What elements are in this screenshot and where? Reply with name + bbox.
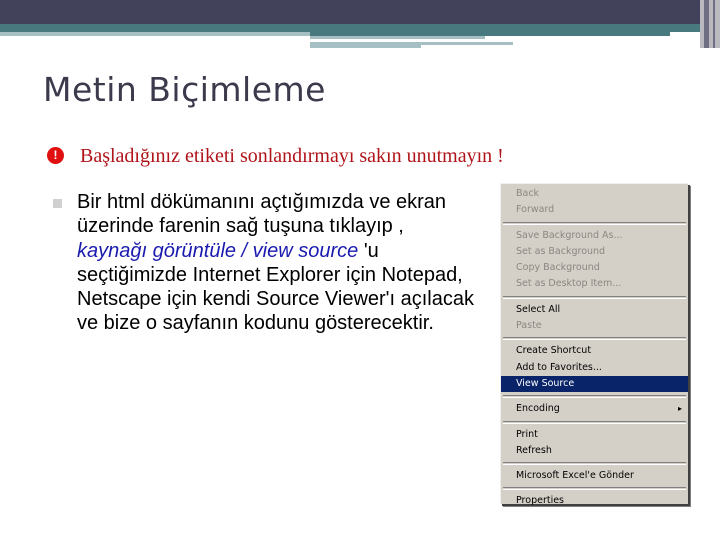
menu-separator xyxy=(503,395,686,399)
menu-item-copy-background[interactable]: Copy Background xyxy=(501,260,688,276)
menu-item-paste[interactable]: Paste xyxy=(501,318,688,334)
menu-item-back[interactable]: Back xyxy=(501,186,688,202)
menu-item-label: Forward xyxy=(516,204,555,216)
menu-separator xyxy=(503,295,686,299)
menu-item-label: Encoding xyxy=(516,403,560,415)
menu-separator xyxy=(503,487,686,491)
menu-item-label: Refresh xyxy=(516,444,552,456)
menu-item-label: View Source xyxy=(516,377,575,389)
menu-item-add-to-favorites[interactable]: Add to Favorites... xyxy=(501,360,688,376)
menu-item-create-shortcut[interactable]: Create Shortcut xyxy=(501,343,688,359)
menu-item-label: Copy Background xyxy=(516,262,600,274)
warning-text: Başladığınız etiketi sonlandırmayı sakın… xyxy=(80,145,504,167)
menu-item-label: Properties xyxy=(516,495,565,507)
menu-item-label: Set as Desktop Item... xyxy=(516,278,622,290)
menu-item-view-source[interactable]: View Source xyxy=(501,375,688,393)
menu-item-forward[interactable]: Forward xyxy=(501,202,688,218)
header-stripe-right-3 xyxy=(310,42,421,48)
view-source-emphasis: kaynağı görüntüle / view source xyxy=(77,239,359,262)
menu-item-save-background-as[interactable]: Save Background As... xyxy=(501,228,688,244)
menu-item-properties[interactable]: Properties xyxy=(501,493,688,509)
menu-item-select-all[interactable]: Select All xyxy=(501,302,688,318)
square-bullet-icon xyxy=(53,199,62,208)
menu-item-label: Create Shortcut xyxy=(516,345,592,357)
header-stripe xyxy=(0,32,310,36)
menu-separator xyxy=(503,462,686,466)
menu-item-microsoft-excel-e-g-nder[interactable]: Microsoft Excel'e Gönder xyxy=(501,468,688,484)
slide-title: Metin Biçimleme xyxy=(43,70,326,109)
header-corner-block xyxy=(700,0,720,48)
header-bar xyxy=(0,0,720,24)
menu-separator xyxy=(503,337,686,341)
menu-item-label: Back xyxy=(516,188,540,199)
menu-item-encoding[interactable]: Encoding ▸ xyxy=(501,401,688,417)
menu-item-label: Set as Background xyxy=(516,245,606,257)
header-corner-line-2 xyxy=(713,0,715,48)
bullet-paragraph: Bir html dökümanını açtığımızda ve ekran… xyxy=(77,190,487,336)
menu-item-set-as-background[interactable]: Set as Background xyxy=(501,244,688,260)
menu-item-label: Add to Favorites... xyxy=(516,361,602,373)
menu-separator xyxy=(503,420,686,424)
menu-item-print[interactable]: Print xyxy=(501,427,688,443)
header-stripe-right-2 xyxy=(310,36,485,39)
menu-item-label: Select All xyxy=(516,303,561,315)
menu-item-label: Save Background As... xyxy=(516,229,623,241)
submenu-arrow-icon: ▸ xyxy=(677,404,682,414)
bullet-text-part1: Bir html dökümanını açtığımızda ve ekran… xyxy=(77,191,447,238)
header-stripe-right-4 xyxy=(421,42,513,45)
menu-item-label: Microsoft Excel'e Gönder xyxy=(516,470,634,482)
menu-item-label: Paste xyxy=(516,320,542,332)
header-accent-bar xyxy=(0,24,720,32)
context-menu: Back Forward Save Background As... Set as B… xyxy=(500,183,688,506)
exclamation-circle-icon: ! xyxy=(47,147,64,164)
menu-item-set-as-desktop-item[interactable]: Set as Desktop Item... xyxy=(501,276,688,292)
menu-item-refresh[interactable]: Refresh xyxy=(501,443,688,459)
header-corner-line xyxy=(704,0,709,48)
menu-separator xyxy=(503,221,686,225)
menu-item-label: Print xyxy=(516,428,538,440)
